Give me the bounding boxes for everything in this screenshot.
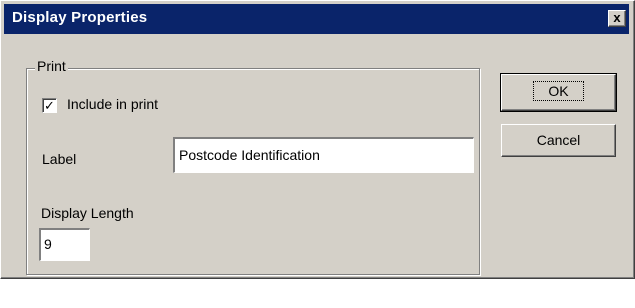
display-properties-dialog: Display Properties x Print ✓ Include in … [0,0,635,279]
ok-button-label: OK [533,81,584,101]
ok-button[interactable]: OK [500,73,617,112]
close-icon: x [613,10,621,25]
title-bar[interactable]: Display Properties x [4,4,629,34]
print-group-legend: Print [35,58,68,74]
include-in-print-label[interactable]: Include in print [67,96,158,112]
label-input[interactable]: Postcode Identification [173,137,474,173]
display-length-input[interactable]: 9 [39,228,90,261]
include-in-print-checkbox[interactable]: ✓ [42,98,57,113]
close-button[interactable]: x [608,10,626,27]
checkmark-icon: ✓ [44,98,55,113]
cancel-button[interactable]: Cancel [501,124,616,157]
window-title: Display Properties [12,9,148,26]
label-caption: Label [42,151,77,167]
display-length-caption: Display Length [41,205,134,221]
